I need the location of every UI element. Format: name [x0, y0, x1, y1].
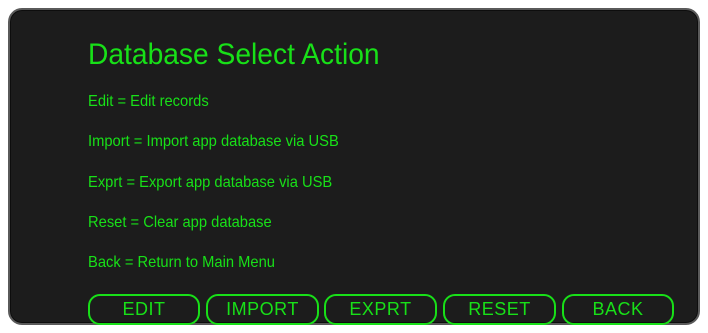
help-line-back: Back = Return to Main Menu [88, 254, 275, 271]
export-button[interactable]: EXPRT [324, 294, 437, 325]
back-button[interactable]: BACK [562, 294, 674, 325]
edit-button[interactable]: EDIT [88, 294, 200, 325]
help-line-import: Import = Import app database via USB [88, 133, 339, 150]
help-line-reset: Reset = Clear app database [88, 214, 272, 231]
help-line-edit: Edit = Edit records [88, 93, 209, 110]
page-title: Database Select Action [88, 38, 380, 71]
help-line-export: Exprt = Export app database via USB [88, 174, 333, 191]
import-button[interactable]: IMPORT [206, 294, 319, 325]
reset-button[interactable]: RESET [443, 294, 556, 325]
database-action-panel: Database Select Action Edit = Edit recor… [8, 8, 700, 325]
